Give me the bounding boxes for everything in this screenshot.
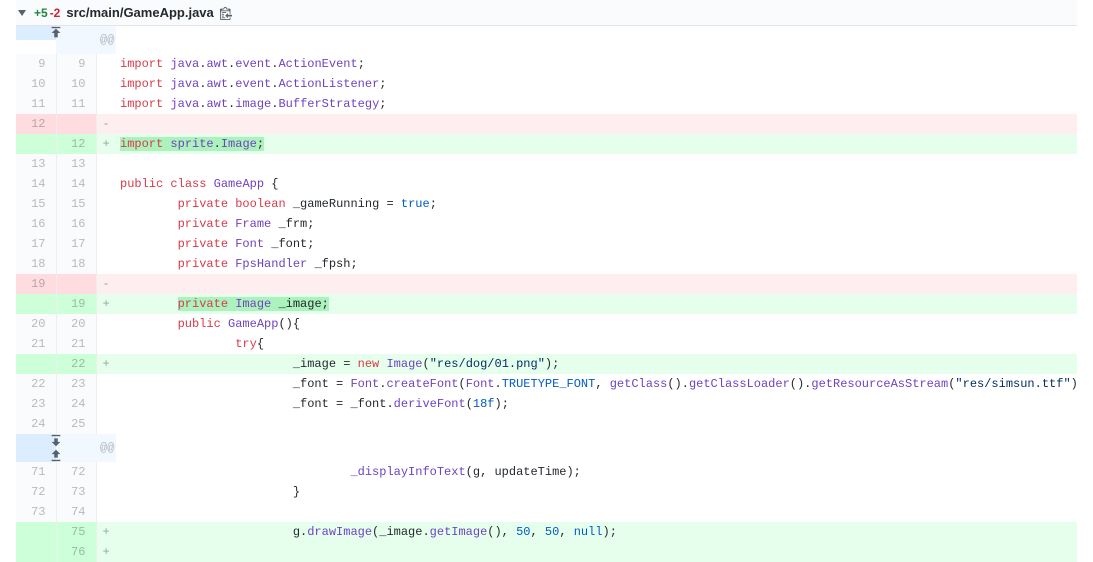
old-line-num[interactable]: 21 [16, 334, 56, 354]
file-header: +5 -2 src/main/GameApp.java [16, 0, 1077, 26]
new-line-num[interactable]: 17 [56, 234, 96, 254]
old-line-num[interactable]: 17 [16, 234, 56, 254]
new-line-num[interactable]: 74 [56, 502, 96, 522]
new-line-num[interactable] [56, 114, 96, 134]
copy-icon[interactable] [220, 6, 234, 20]
diff-table: @@ -9,16 +9,17 @@ import java.awt.*; 9 9… [16, 26, 1077, 562]
old-line-num[interactable]: 16 [16, 214, 56, 234]
new-line-num[interactable]: 76 [56, 542, 96, 562]
code-line: _displayInfoText(g, updateTime); [116, 462, 1077, 482]
new-line-num[interactable]: 16 [56, 214, 96, 234]
code-line: private FpsHandler _fpsh; [116, 254, 1077, 274]
old-line-num[interactable]: 18 [16, 254, 56, 274]
code-line-added [116, 542, 1077, 562]
old-line-num[interactable]: 10 [16, 74, 56, 94]
new-line-num[interactable]: 21 [56, 334, 96, 354]
code-line: _font = _font.deriveFont(18f); [116, 394, 1077, 414]
new-line-num[interactable]: 11 [56, 94, 96, 114]
old-line-num[interactable]: 9 [16, 54, 56, 74]
old-line-num[interactable]: 15 [16, 194, 56, 214]
new-line-num[interactable]: 18 [56, 254, 96, 274]
new-line-num[interactable]: 73 [56, 482, 96, 502]
code-line: } [116, 482, 1077, 502]
code-line-deleted [116, 274, 1077, 294]
code-line: _font = Font.createFont(Font.TRUETYPE_FO… [116, 374, 1077, 394]
deletions-count: -2 [50, 6, 61, 20]
old-line-num[interactable]: 24 [16, 414, 56, 434]
file-path[interactable]: src/main/GameApp.java [66, 5, 213, 20]
new-line-num[interactable]: 75 [56, 522, 96, 542]
old-line-num[interactable] [16, 354, 56, 374]
code-line-added: _image = new Image("res/dog/01.png"); [116, 354, 1077, 374]
code-line: public GameApp(){ [116, 314, 1077, 334]
hunk-header: @@ -9,16 +9,17 @@ import java.awt.*; [96, 26, 116, 54]
code-line: import java.awt.event.ActionEvent; [116, 54, 1077, 74]
new-line-num[interactable]: 25 [56, 414, 96, 434]
code-line-deleted [116, 114, 1077, 134]
old-line-num[interactable]: 13 [16, 154, 56, 174]
code-line [116, 414, 1077, 434]
code-line: private Font _font; [116, 234, 1077, 254]
additions-count: +5 [34, 6, 48, 20]
old-line-num[interactable]: 71 [16, 462, 56, 482]
old-line-num[interactable]: 22 [16, 374, 56, 394]
new-line-num[interactable]: 20 [56, 314, 96, 334]
code-line: private Frame _frm; [116, 214, 1077, 234]
new-line-num[interactable]: 13 [56, 154, 96, 174]
code-line-added: private Image _image; [116, 294, 1077, 314]
new-line-num[interactable]: 15 [56, 194, 96, 214]
old-line-num[interactable] [16, 294, 56, 314]
code-line: try{ [116, 334, 1077, 354]
new-line-num[interactable]: 19 [56, 294, 96, 314]
old-line-num[interactable]: 72 [16, 482, 56, 502]
code-line-added: g.drawImage(_image.getImage(), 50, 50, n… [116, 522, 1077, 542]
code-line [116, 502, 1077, 522]
code-line: public class GameApp { [116, 174, 1077, 194]
code-line-added: import sprite.Image; [116, 134, 1077, 154]
old-line-num[interactable]: 14 [16, 174, 56, 194]
new-line-num[interactable]: 12 [56, 134, 96, 154]
new-line-num[interactable]: 10 [56, 74, 96, 94]
new-line-num[interactable]: 14 [56, 174, 96, 194]
old-line-num[interactable]: 73 [16, 502, 56, 522]
old-line-num[interactable] [16, 542, 56, 562]
new-line-num[interactable]: 24 [56, 394, 96, 414]
old-line-num[interactable]: 11 [16, 94, 56, 114]
caret-down-icon[interactable] [18, 10, 26, 16]
new-line-num[interactable]: 23 [56, 374, 96, 394]
code-line [116, 154, 1077, 174]
old-line-num[interactable]: 19 [16, 274, 56, 294]
new-line-num[interactable]: 22 [56, 354, 96, 374]
code-line: import java.awt.image.BufferStrategy; [116, 94, 1077, 114]
new-line-num[interactable] [56, 274, 96, 294]
old-line-num[interactable]: 23 [16, 394, 56, 414]
code-line: private boolean _gameRunning = true; [116, 194, 1077, 214]
hunk-header: @@ -71,6 +72,8 @@ public class GameApp { [96, 434, 116, 462]
old-line-num[interactable] [16, 134, 56, 154]
code-line: import java.awt.event.ActionListener; [116, 74, 1077, 94]
new-line-num[interactable]: 9 [56, 54, 96, 74]
new-line-num[interactable]: 72 [56, 462, 96, 482]
old-line-num[interactable]: 20 [16, 314, 56, 334]
old-line-num[interactable] [16, 522, 56, 542]
old-line-num[interactable]: 12 [16, 114, 56, 134]
